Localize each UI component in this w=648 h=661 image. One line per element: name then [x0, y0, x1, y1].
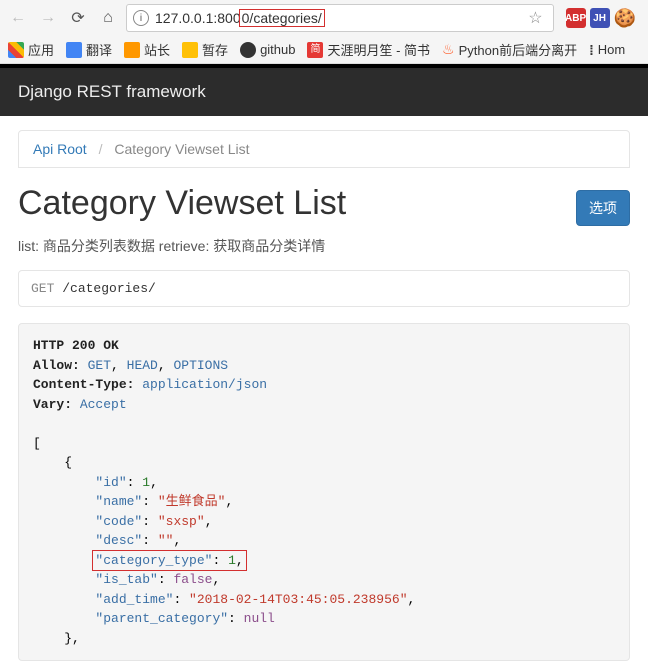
bookmarks-bar: 应用 翻译 站长 暂存 github 简天涯明月笙 - 简书 ♨Python前后… [0, 36, 648, 63]
request-box: GET /categories/ [18, 270, 630, 307]
options-button[interactable]: 选项 [576, 190, 630, 226]
content-area: Api Root / Category Viewset List Categor… [0, 116, 648, 661]
vary-value: Accept [80, 397, 127, 412]
request-method: GET [31, 281, 54, 296]
allow-head: HEAD [127, 358, 158, 373]
breadcrumb-sep: / [99, 141, 103, 157]
flame-icon: ♨ [442, 41, 455, 58]
nav-row: ← → ⟳ ⌂ i 127.0.0.1:8000/categories/ ☆ A… [0, 0, 648, 36]
extensions: ABP JH 🍪 [560, 8, 642, 29]
page-header: Category Viewset List 选项 [18, 184, 630, 226]
response-box: HTTP 200 OK Allow: GET, HEAD, OPTIONS Co… [18, 323, 630, 661]
reload-button[interactable]: ⟳ [66, 6, 90, 30]
breadcrumb-root[interactable]: Api Root [33, 141, 87, 157]
bookmark-github[interactable]: github [240, 42, 295, 58]
back-button[interactable]: ← [6, 6, 30, 30]
url-bar[interactable]: i 127.0.0.1:8000/categories/ ☆ [126, 4, 554, 32]
view-description: list: 商品分类列表数据 retrieve: 获取商品分类详情 [18, 236, 630, 256]
json-parent: null [244, 611, 275, 626]
jh-icon[interactable]: JH [590, 8, 610, 28]
url-text: 127.0.0.1:8000/categories/ [155, 10, 518, 26]
json-code: sxsp [166, 514, 197, 529]
forward-button[interactable]: → [36, 6, 60, 30]
bookmark-hom[interactable]: ⁞Hom [589, 42, 625, 58]
request-path: /categories/ [62, 281, 156, 296]
json-name: 生鲜食品 [166, 494, 218, 509]
bookmark-tianya[interactable]: 简天涯明月笙 - 简书 [307, 40, 430, 59]
highlighted-field: "category_type": 1, [92, 550, 246, 572]
allow-label: Allow: [33, 358, 80, 373]
drf-brand[interactable]: Django REST framework [18, 82, 206, 101]
bookmark-zancun[interactable]: 暂存 [182, 40, 228, 59]
bookmark-zhanzhang[interactable]: 站长 [124, 40, 170, 59]
bookmark-apps[interactable]: 应用 [8, 40, 54, 59]
bookmark-star-icon[interactable]: ☆ [524, 8, 546, 28]
allow-get: GET [88, 358, 111, 373]
vary-label: Vary: [33, 397, 72, 412]
json-category-type: 1 [228, 553, 236, 568]
page-title: Category Viewset List [18, 184, 346, 223]
breadcrumb-current: Category Viewset List [114, 141, 249, 157]
info-icon[interactable]: i [133, 10, 149, 26]
dots-icon: ⁞ [589, 42, 594, 58]
breadcrumb: Api Root / Category Viewset List [18, 130, 630, 168]
url-highlight: 0/categories/ [239, 9, 325, 27]
http-status: HTTP 200 OK [33, 338, 119, 353]
allow-options: OPTIONS [173, 358, 228, 373]
cookie-icon[interactable]: 🍪 [614, 8, 636, 29]
json-is-tab: false [173, 572, 212, 587]
drf-navbar: Django REST framework [0, 68, 648, 116]
bookmark-python[interactable]: ♨Python前后端分离开 [442, 40, 577, 59]
ct-value: application/json [142, 377, 267, 392]
ct-label: Content-Type: [33, 377, 134, 392]
browser-chrome: ← → ⟳ ⌂ i 127.0.0.1:8000/categories/ ☆ A… [0, 0, 648, 64]
home-button[interactable]: ⌂ [96, 6, 120, 30]
json-id: 1 [142, 475, 150, 490]
json-add-time: 2018-02-14T03:45:05.238956 [197, 592, 400, 607]
abp-icon[interactable]: ABP [566, 8, 586, 28]
bookmark-translate[interactable]: 翻译 [66, 40, 112, 59]
